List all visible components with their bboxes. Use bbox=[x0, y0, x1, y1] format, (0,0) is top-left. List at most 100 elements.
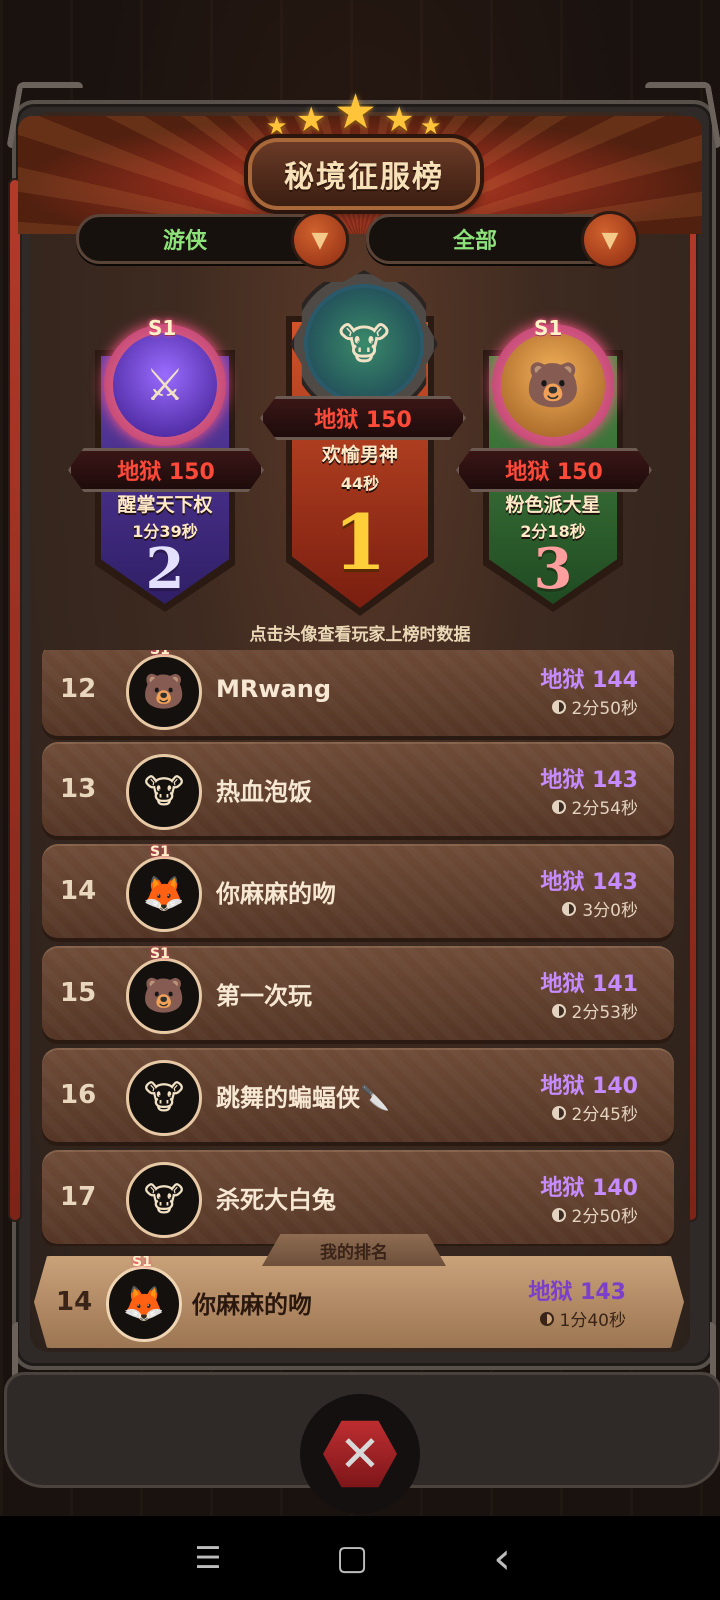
leaderboard-list[interactable]: 12 🐻 S1 MRwang 地狱 144 2分50秒 13 🐮 热血泡饭 地狱… bbox=[38, 650, 682, 1246]
podium-score: 地狱 150 bbox=[260, 396, 466, 440]
rank-number: 3 bbox=[533, 536, 573, 602]
season-badge: S1 bbox=[132, 1254, 152, 1270]
star-icon: ★ bbox=[334, 84, 378, 140]
player-name: MRwang bbox=[216, 675, 331, 703]
page-title: 秘境征服榜 bbox=[248, 138, 480, 210]
table-row[interactable]: 14 🦊 S1 你麻麻的吻 地狱 143 3分0秒 bbox=[42, 844, 674, 938]
star-icon: ★ bbox=[420, 112, 442, 140]
time-value: 3分0秒 bbox=[582, 901, 638, 921]
table-row[interactable]: 15 🐻 S1 第一次玩 地狱 141 2分53秒 bbox=[42, 946, 674, 1040]
cow-avatar-icon: 🐮 bbox=[304, 284, 424, 404]
star-icon: ★ bbox=[384, 100, 415, 140]
time-value: 2分45秒 bbox=[571, 1105, 638, 1125]
row-time: 2分54秒 bbox=[551, 794, 638, 819]
avatar[interactable]: 🐮 bbox=[126, 754, 202, 830]
avatar[interactable]: 🦊 bbox=[106, 1266, 182, 1342]
season-badge: S1 bbox=[148, 316, 177, 340]
my-rank-row[interactable]: 14 🦊 S1 你麻麻的吻 地狱 143 1分40秒 bbox=[34, 1256, 684, 1348]
row-score: 地狱 141 bbox=[540, 972, 638, 997]
clock-icon bbox=[562, 901, 577, 916]
table-row[interactable]: 16 🐮 跳舞的蝙蝠侠🔪 地狱 140 2分45秒 bbox=[42, 1048, 674, 1142]
row-score: 地狱 140 bbox=[540, 1176, 638, 1201]
player-name: 你麻麻的吻 bbox=[216, 879, 336, 908]
row-time: 3分0秒 bbox=[562, 896, 638, 921]
avatar[interactable]: 🐮 bbox=[290, 270, 438, 418]
row-rank: 15 bbox=[60, 978, 97, 1008]
time-value: 1分40秒 bbox=[559, 1311, 626, 1331]
bear-avatar-icon: 🐻 bbox=[501, 333, 605, 437]
row-time: 2分50秒 bbox=[551, 1202, 638, 1227]
avatar[interactable]: 🐮 bbox=[126, 1162, 202, 1238]
star-icon: ★ bbox=[266, 112, 288, 140]
avatar[interactable]: ⚔ bbox=[104, 324, 226, 446]
time-value: 2分50秒 bbox=[571, 699, 638, 719]
player-name: 跳舞的蝙蝠侠🔪 bbox=[216, 1083, 390, 1112]
player-time: 44秒 bbox=[340, 474, 380, 493]
clock-icon bbox=[551, 799, 566, 814]
time-value: 2分54秒 bbox=[571, 799, 638, 819]
hint-text: 点击头像查看玩家上榜时数据 bbox=[249, 625, 471, 645]
row-rank: 14 bbox=[60, 876, 97, 906]
helmet-avatar-icon: ⚔ bbox=[113, 333, 217, 437]
home-icon[interactable]: ▢ bbox=[322, 1530, 382, 1586]
clock-icon bbox=[551, 1105, 566, 1120]
clock-icon bbox=[551, 1003, 566, 1018]
avatar[interactable]: 🐻 bbox=[492, 324, 614, 446]
chevron-down-icon[interactable]: ▼ bbox=[291, 211, 349, 269]
time-value: 2分50秒 bbox=[571, 1207, 638, 1227]
season-badge: S1 bbox=[150, 650, 170, 658]
player-name: 粉色派大星 bbox=[505, 494, 601, 516]
menu-icon[interactable]: ☰ bbox=[178, 1530, 238, 1586]
row-rank: 13 bbox=[60, 774, 97, 804]
left-rail bbox=[10, 180, 20, 1220]
player-name: 欢愉男神 bbox=[321, 444, 398, 466]
chevron-down-icon[interactable]: ▼ bbox=[581, 211, 639, 269]
avatar[interactable]: 🐮 bbox=[126, 1060, 202, 1136]
row-rank: 12 bbox=[60, 674, 97, 704]
class-filter-label: 游侠 bbox=[162, 229, 207, 254]
time-value: 2分53秒 bbox=[571, 1003, 638, 1023]
rank-number: 1 bbox=[333, 498, 387, 587]
table-row[interactable]: 13 🐮 热血泡饭 地狱 143 2分54秒 bbox=[42, 742, 674, 836]
row-score: 地狱 143 bbox=[528, 1280, 626, 1305]
scope-filter-label: 全部 bbox=[452, 229, 497, 254]
row-rank: 14 bbox=[56, 1287, 93, 1317]
avatar[interactable]: 🐻 bbox=[126, 958, 202, 1034]
podium-first[interactable]: 🐮 地狱 150 欢愉男神 44秒 1 bbox=[260, 266, 466, 616]
avatar[interactable]: 🦊 bbox=[126, 856, 202, 932]
class-filter-dropdown[interactable]: 游侠 ▼ bbox=[76, 211, 349, 269]
row-score: 地狱 140 bbox=[540, 1074, 638, 1099]
clock-icon bbox=[551, 699, 566, 714]
rating-stars: ★ ★ ★ ★ ★ bbox=[260, 84, 460, 144]
table-row[interactable]: 12 🐻 S1 MRwang 地狱 144 2分50秒 bbox=[42, 650, 674, 736]
player-name: 你麻麻的吻 bbox=[192, 1290, 312, 1319]
row-time: 2分45秒 bbox=[551, 1100, 638, 1125]
season-badge: S1 bbox=[150, 946, 170, 962]
podium-second[interactable]: ⚔ S1 地狱 150 醒掌天下权 1分39秒 2 bbox=[68, 300, 264, 620]
close-icon: ✕ bbox=[323, 1420, 397, 1488]
season-badge: S1 bbox=[150, 844, 170, 860]
my-rank-tag: 我的排名 bbox=[262, 1234, 446, 1266]
player-name: 第一次玩 bbox=[216, 981, 312, 1010]
clock-icon bbox=[551, 1207, 566, 1222]
scope-filter-dropdown[interactable]: 全部 ▼ bbox=[366, 211, 639, 269]
row-score: 地狱 144 bbox=[540, 668, 638, 693]
row-time: 1分40秒 bbox=[539, 1306, 626, 1331]
close-button[interactable]: ✕ bbox=[300, 1394, 420, 1514]
row-score: 地狱 143 bbox=[540, 870, 638, 895]
podium-score: 地狱 150 bbox=[456, 448, 652, 492]
player-name: 杀死大白兔 bbox=[216, 1185, 336, 1214]
podium-third[interactable]: 🐻 S1 地狱 150 粉色派大星 2分18秒 3 bbox=[456, 300, 652, 620]
row-rank: 16 bbox=[60, 1080, 97, 1110]
row-rank: 17 bbox=[60, 1182, 97, 1212]
player-name: 醒掌天下权 bbox=[117, 494, 213, 516]
avatar[interactable]: 🐻 bbox=[126, 654, 202, 730]
table-row[interactable]: 17 🐮 杀死大白兔 地狱 140 2分50秒 bbox=[42, 1150, 674, 1244]
row-score: 地狱 143 bbox=[540, 768, 638, 793]
row-time: 2分53秒 bbox=[551, 998, 638, 1023]
back-icon[interactable]: ‹ bbox=[472, 1530, 532, 1586]
system-nav-bar: ☰ ▢ ‹ bbox=[0, 1516, 720, 1600]
player-name: 热血泡饭 bbox=[216, 777, 312, 806]
clock-icon bbox=[539, 1311, 554, 1326]
podium-score: 地狱 150 bbox=[68, 448, 264, 492]
